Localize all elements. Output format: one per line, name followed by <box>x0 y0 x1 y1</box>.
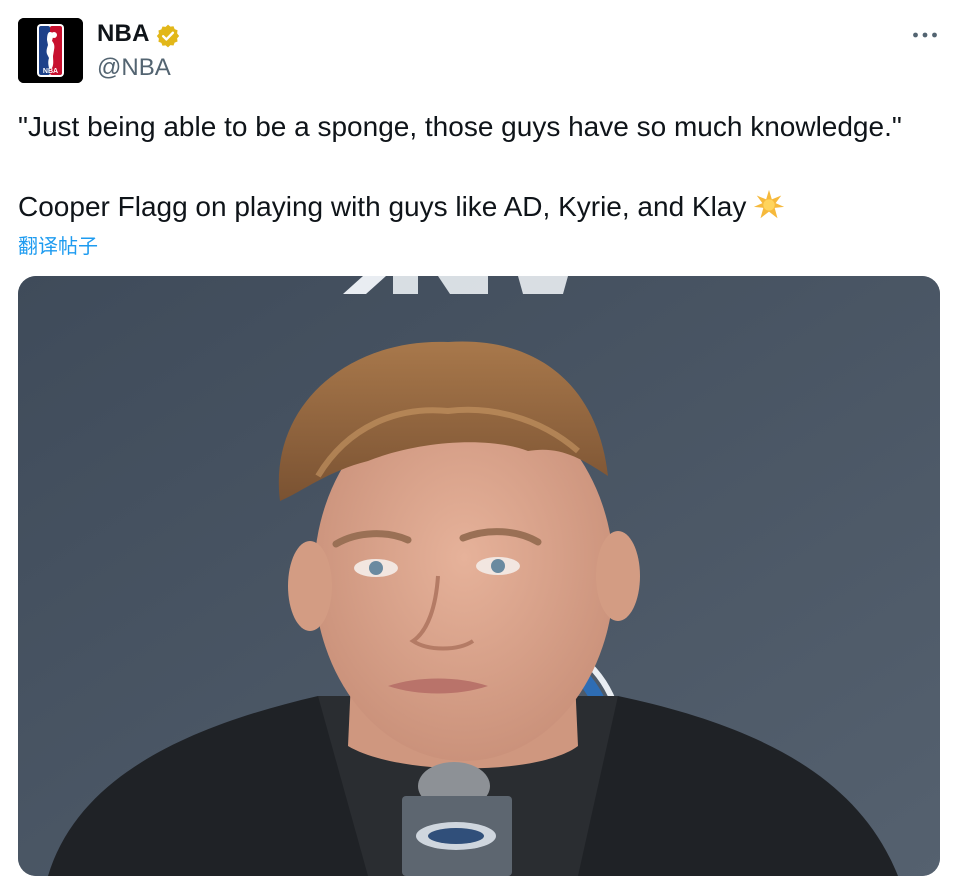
more-options-button[interactable] <box>908 20 942 50</box>
sparkle-star-icon <box>754 189 785 219</box>
translate-post-link[interactable]: 翻译帖子 <box>18 230 98 259</box>
verified-badge-icon <box>156 24 180 48</box>
tweet-text-quote: "Just being able to be a sponge, those g… <box>18 111 902 142</box>
more-horizontal-icon <box>913 32 937 38</box>
tweet-caption-text: Cooper Flagg on playing with guys like A… <box>18 191 747 222</box>
author-name[interactable]: NBA <box>97 20 150 48</box>
tweet-text-caption: Cooper Flagg on playing with guys like A… <box>18 188 938 224</box>
avatar[interactable]: NBA <box>18 18 83 83</box>
svg-text:NBA: NBA <box>43 68 58 75</box>
nba-logo-icon: NBA <box>18 18 83 83</box>
author-handle[interactable]: @NBA <box>97 54 171 82</box>
tweet-card[interactable]: NBA NBA @NBA "Just being able to be a sp… <box>0 0 960 876</box>
tweet-media-image[interactable] <box>18 276 940 876</box>
press-conference-photo <box>18 276 940 876</box>
